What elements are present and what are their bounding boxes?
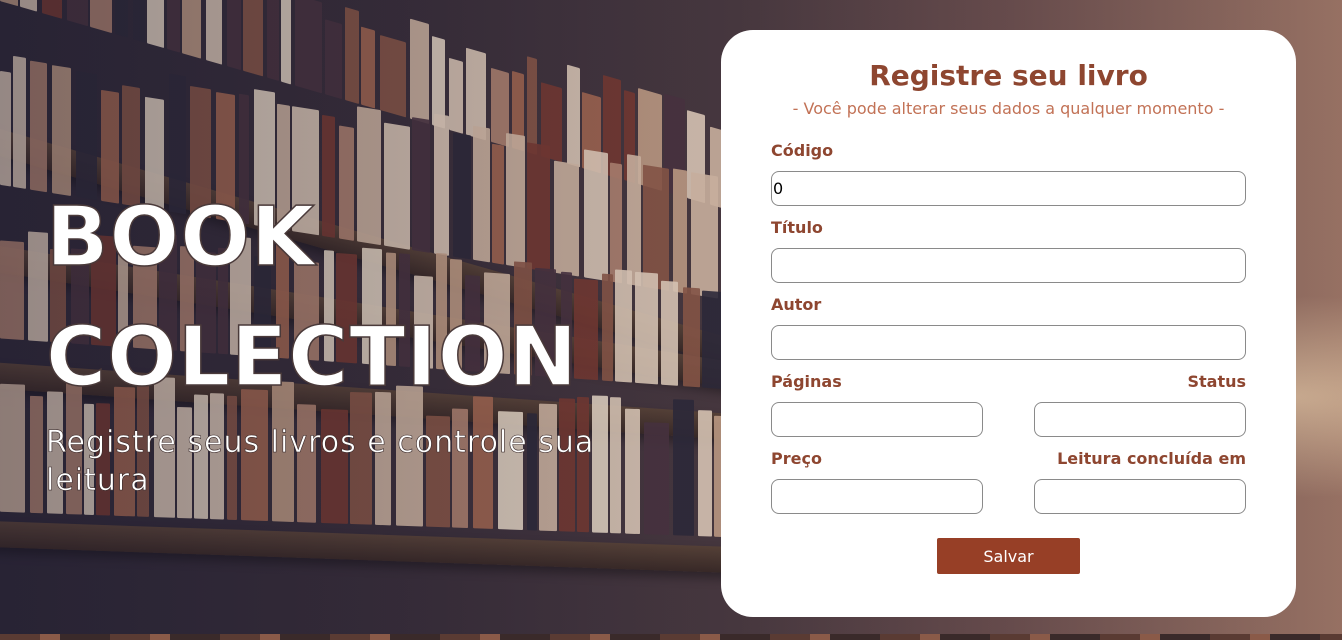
codigo-label: Código (771, 141, 834, 160)
status-group: Status (1034, 371, 1246, 448)
save-wrap: Salvar (771, 538, 1246, 574)
autor-input[interactable] (771, 325, 1246, 360)
save-button[interactable]: Salvar (937, 538, 1080, 574)
hero-title: BOOK COLECTION (45, 178, 646, 418)
form-title: Registre seu livro (869, 59, 1148, 92)
preco-input[interactable] (771, 479, 983, 514)
paginas-label: Páginas (771, 372, 842, 391)
codigo-input[interactable] (771, 171, 1246, 206)
hero-subtitle: Registre seus livros e controle sua leit… (46, 425, 595, 499)
titulo-input[interactable] (771, 248, 1246, 283)
hero-title-line-1: BOOK (45, 189, 316, 286)
autor-label: Autor (771, 295, 822, 314)
form-subtitle: - Você pode alterar seus dados a qualque… (792, 99, 1225, 118)
preco-label: Preço (771, 449, 822, 468)
status-label: Status (1187, 372, 1246, 391)
hero-title-line-2: COLECTION (45, 309, 579, 406)
leitura-group: Leitura concluída em (1034, 448, 1246, 525)
status-input[interactable] (1034, 402, 1246, 437)
register-book-form: Código Título Autor Páginas Status Preço… (771, 140, 1246, 574)
preco-group: Preço (771, 448, 983, 525)
paginas-input[interactable] (771, 402, 983, 437)
titulo-label: Título (771, 218, 823, 237)
leitura-input[interactable] (1034, 479, 1246, 514)
hero: BOOK COLECTION Registre seus livros e co… (45, 178, 646, 500)
paginas-group: Páginas (771, 371, 983, 448)
register-book-card: Registre seu livro - Você pode alterar s… (721, 30, 1296, 617)
leitura-label: Leitura concluída em (1057, 449, 1246, 468)
paginas-status-row: Páginas Status (771, 371, 1246, 448)
preco-leitura-row: Preço Leitura concluída em (771, 448, 1246, 525)
